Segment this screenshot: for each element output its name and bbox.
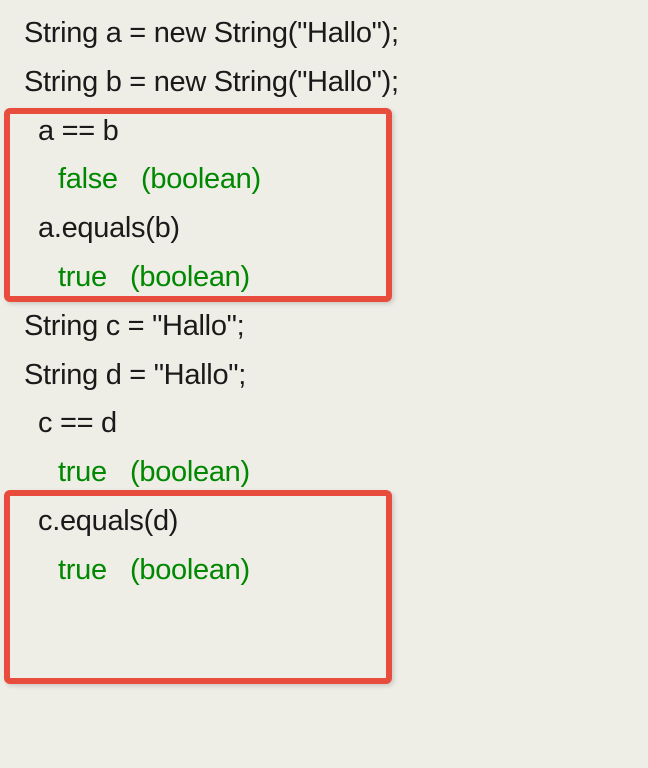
code-line-3: String c = "Hallo"; — [24, 309, 648, 344]
expression-3: c == d — [24, 406, 648, 441]
code-block: String a = new String("Hallo"); String b… — [0, 0, 648, 588]
result-2: true (boolean) — [24, 260, 648, 295]
code-line-1: String a = new String("Hallo"); — [24, 16, 648, 51]
result-3: true (boolean) — [24, 455, 648, 490]
result-1: false (boolean) — [24, 162, 648, 197]
code-line-4: String d = "Hallo"; — [24, 358, 648, 393]
result-4: true (boolean) — [24, 553, 648, 588]
expression-4: c.equals(d) — [24, 504, 648, 539]
code-line-2: String b = new String("Hallo"); — [24, 65, 648, 100]
expression-1: a == b — [24, 114, 648, 149]
expression-2: a.equals(b) — [24, 211, 648, 246]
